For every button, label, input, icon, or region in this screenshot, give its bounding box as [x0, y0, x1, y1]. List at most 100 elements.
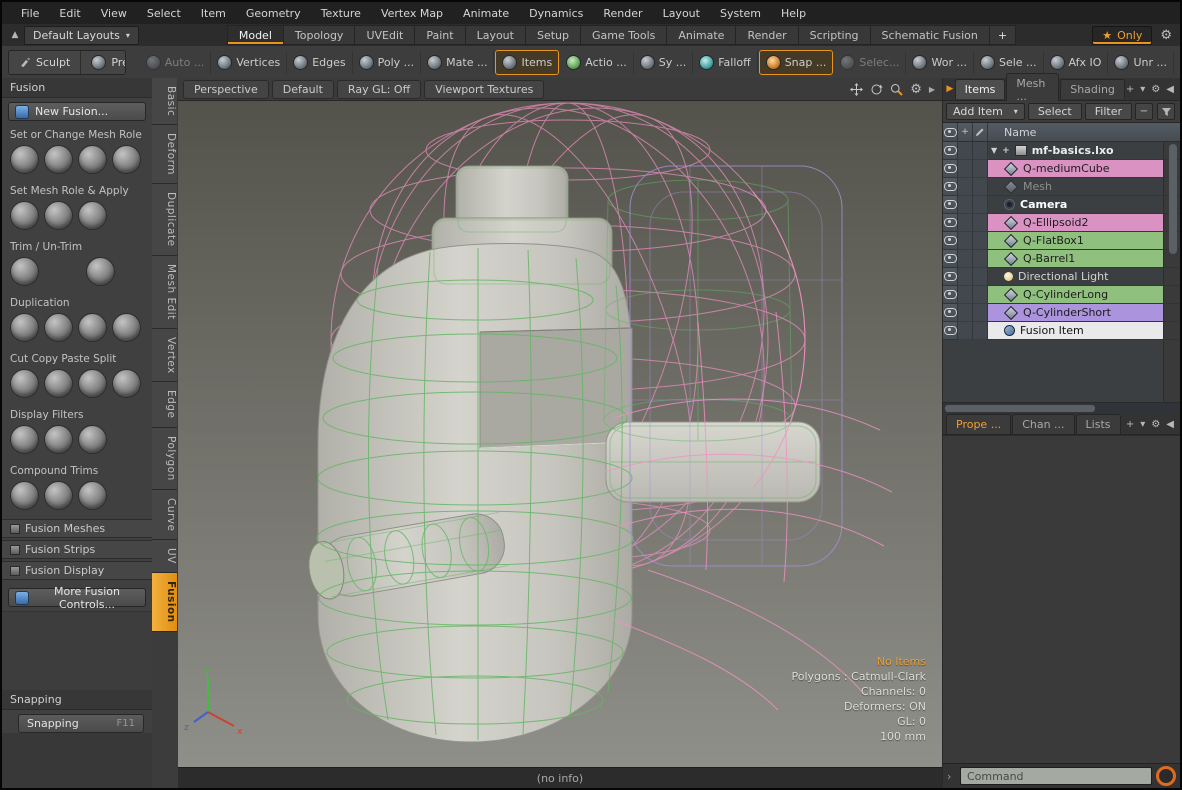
vertical-scrollbar-thumb[interactable]: [1169, 144, 1177, 254]
fusion-strips-section[interactable]: Fusion Strips: [2, 540, 152, 559]
compound-trim-icon-3[interactable]: [78, 481, 107, 510]
display-filter-icon-1[interactable]: [10, 425, 39, 454]
layout-tab-render[interactable]: Render: [735, 25, 797, 45]
tree-row-scene[interactable]: ▼ + mf-basics.lxo: [943, 142, 1180, 160]
duplication-icon-4[interactable]: [112, 313, 141, 342]
gear-icon[interactable]: ⚙: [1151, 84, 1160, 95]
tree-row-directional-light[interactable]: Directional Light: [943, 268, 1180, 286]
layout-tab-setup[interactable]: Setup: [525, 25, 580, 45]
visibility-cell[interactable]: [943, 232, 958, 250]
visibility-cell[interactable]: [943, 268, 958, 286]
compound-trim-icon-1[interactable]: [10, 481, 39, 510]
menu-layout[interactable]: Layout: [654, 5, 709, 22]
visibility-cell[interactable]: [943, 160, 958, 178]
tree-row-q-barrel1[interactable]: Q-Barrel1: [943, 250, 1180, 268]
fusion-panel-header[interactable]: Fusion: [2, 78, 152, 98]
tab-mesh-edit[interactable]: Mesh Edit: [152, 256, 177, 329]
layout-tab-scripting[interactable]: Scripting: [798, 25, 870, 45]
layout-tab-uvedit[interactable]: UVEdit: [354, 25, 414, 45]
menu-animate[interactable]: Animate: [454, 5, 518, 22]
more-fusion-controls-button[interactable]: More Fusion Controls...: [8, 588, 146, 607]
menu-system[interactable]: System: [711, 5, 770, 22]
toolbar-button-items[interactable]: Items: [495, 50, 559, 75]
tree-item-name-cell[interactable]: Q-CylinderLong: [988, 286, 1163, 304]
tree-row-q-ellipsoid2[interactable]: Q-Ellipsoid2: [943, 214, 1180, 232]
edit-column-header[interactable]: [973, 123, 988, 141]
toolbar-button-vertices[interactable]: Vertices: [211, 51, 287, 74]
tree-row-fusion-item[interactable]: Fusion Item: [943, 322, 1180, 340]
tree-row-q-cylindershort[interactable]: Q-CylinderShort: [943, 304, 1180, 322]
tree-item-name-cell[interactable]: Directional Light: [988, 268, 1163, 286]
tab-deform[interactable]: Deform: [152, 125, 177, 184]
tree-item-name-cell[interactable]: Fusion Item: [988, 322, 1163, 340]
collapse-all-icon[interactable]: −: [1135, 103, 1153, 120]
duplication-icon-3[interactable]: [78, 313, 107, 342]
tab-polygon[interactable]: Polygon: [152, 428, 177, 490]
layout-tab-game-tools[interactable]: Game Tools: [580, 25, 666, 45]
toolbar-button-selection-sets[interactable]: Selec...: [834, 51, 906, 74]
tree-row-mesh[interactable]: Mesh: [943, 178, 1180, 196]
tab-uv[interactable]: UV: [152, 540, 177, 573]
tree-item-name-cell[interactable]: Mesh: [988, 178, 1163, 196]
display-filter-icon-3[interactable]: [78, 425, 107, 454]
layout-tab-paint[interactable]: Paint: [414, 25, 464, 45]
visibility-cell[interactable]: [943, 250, 958, 268]
viewport-projection-button[interactable]: Perspective: [183, 80, 269, 99]
menu-edit[interactable]: Edit: [50, 5, 89, 22]
visibility-cell[interactable]: [943, 214, 958, 232]
gear-icon[interactable]: ⚙: [1160, 28, 1172, 43]
tab-basic[interactable]: Basic: [152, 78, 177, 125]
fusion-meshes-section[interactable]: Fusion Meshes: [2, 519, 152, 538]
command-history-icon[interactable]: ›: [947, 770, 956, 783]
toolbar-button-workplane[interactable]: Wor ...: [906, 51, 973, 74]
toolbar-button-polygons[interactable]: Poly ...: [353, 51, 422, 74]
viewport-3d[interactable]: Perspective Default Ray GL: Off Viewport…: [178, 78, 942, 768]
toolbar-button-symmetry[interactable]: Sy ...: [634, 51, 693, 74]
tree-item-name-cell[interactable]: Q-Barrel1: [988, 250, 1163, 268]
name-column-header[interactable]: Name: [988, 123, 1180, 141]
menu-vertex-map[interactable]: Vertex Map: [372, 5, 452, 22]
horizontal-scrollbar-thumb[interactable]: [945, 405, 1095, 412]
only-button[interactable]: ★ Only: [1092, 26, 1152, 45]
caret-down-icon[interactable]: ▾: [1140, 84, 1145, 95]
tree-item-name-cell[interactable]: Q-mediumCube: [988, 160, 1163, 178]
collapse-panel-icon[interactable]: ◀: [1166, 419, 1174, 430]
add-item-dropdown[interactable]: Add Item ▾: [946, 103, 1025, 120]
menu-select[interactable]: Select: [138, 5, 190, 22]
role-apply-icon-2[interactable]: [44, 201, 73, 230]
toolbar-button-afx-io[interactable]: Afx IO: [1044, 51, 1109, 74]
pan-icon[interactable]: [850, 83, 863, 96]
menu-texture[interactable]: Texture: [312, 5, 370, 22]
mesh-role-icon-4[interactable]: [112, 145, 141, 174]
tree-item-name-cell[interactable]: Q-FlatBox1: [988, 232, 1163, 250]
macro-record-button[interactable]: [1156, 766, 1176, 786]
paste-icon[interactable]: [78, 369, 107, 398]
visibility-cell[interactable]: [943, 178, 958, 196]
add-tab-icon[interactable]: +: [1126, 84, 1134, 95]
tab-edge[interactable]: Edge: [152, 382, 177, 427]
tree-row-camera[interactable]: Camera: [943, 196, 1180, 214]
duplication-icon-2[interactable]: [44, 313, 73, 342]
mesh-role-icon-2[interactable]: [44, 145, 73, 174]
tab-items[interactable]: Items: [955, 79, 1006, 99]
lock-column-header[interactable]: +: [958, 123, 973, 141]
new-fusion-button[interactable]: New Fusion...: [8, 102, 146, 121]
mesh-role-icon-3[interactable]: [78, 145, 107, 174]
tab-lists[interactable]: Lists: [1076, 414, 1121, 434]
toolbar-button-action[interactable]: Actio ...: [560, 51, 633, 74]
layout-tab-schematic-fusion[interactable]: Schematic Fusion: [870, 25, 989, 45]
menu-item[interactable]: Item: [192, 5, 235, 22]
visibility-column-header[interactable]: [943, 123, 958, 141]
tab-vertex[interactable]: Vertex: [152, 329, 177, 383]
toolbar-button-materials[interactable]: Mate ...: [421, 51, 494, 74]
tree-item-name-cell[interactable]: Q-Ellipsoid2: [988, 214, 1163, 232]
filter-button[interactable]: Filter: [1085, 103, 1132, 120]
layouts-dropdown[interactable]: Default Layouts ▾: [24, 26, 139, 45]
layout-tab-animate[interactable]: Animate: [666, 25, 735, 45]
viewport-expand-icon[interactable]: ▶: [929, 85, 935, 94]
layout-tab-topology[interactable]: Topology: [283, 25, 355, 45]
horizontal-scrollbar[interactable]: [943, 402, 1180, 414]
tab-duplicate[interactable]: Duplicate: [152, 184, 177, 256]
snapping-button[interactable]: Snapping F11: [18, 714, 144, 733]
filter-funnel-icon[interactable]: [1157, 103, 1175, 120]
